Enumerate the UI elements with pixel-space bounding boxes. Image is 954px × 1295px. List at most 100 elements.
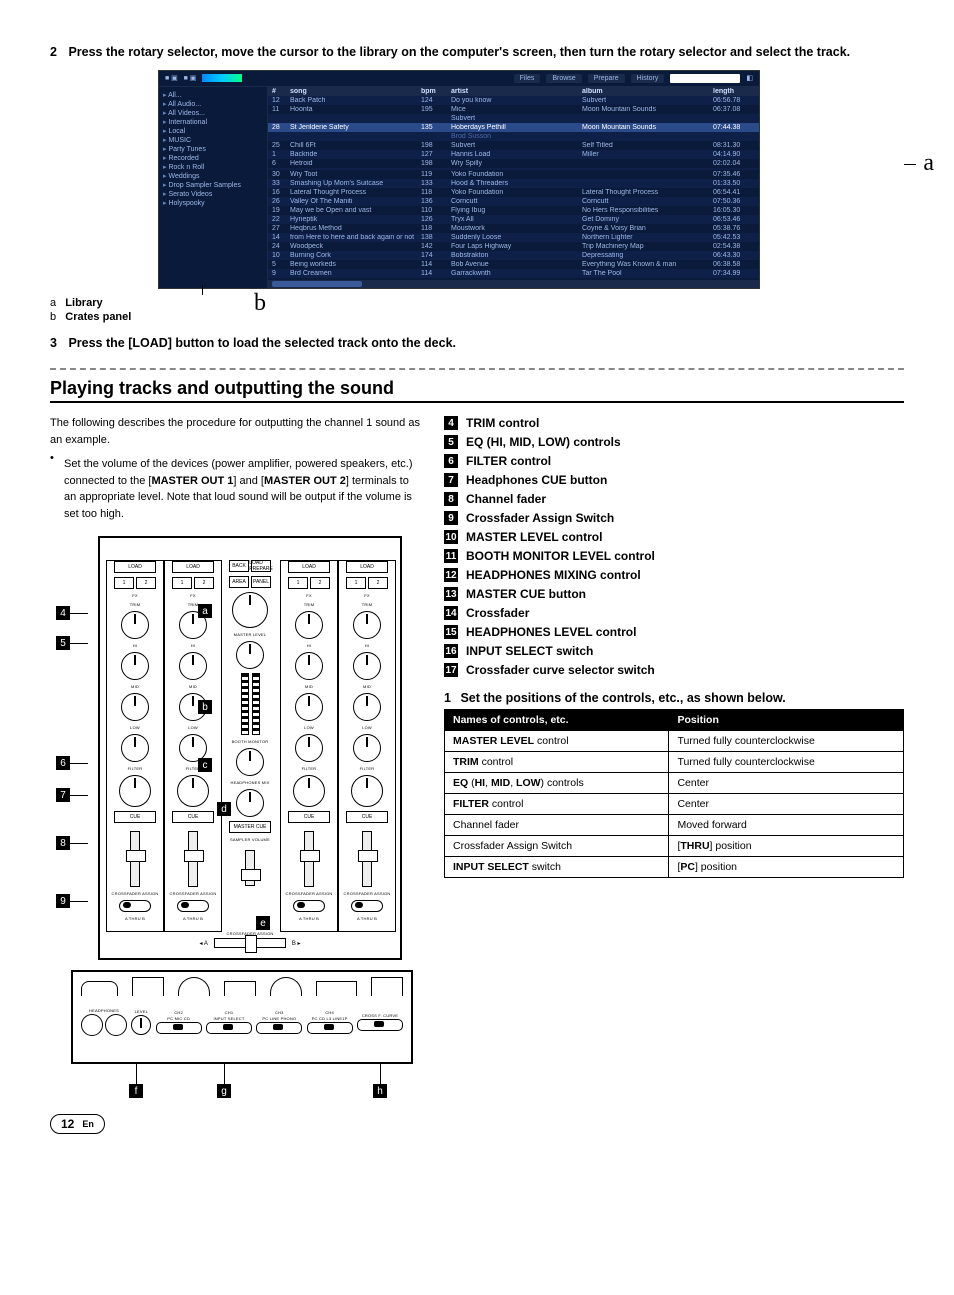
two-column-layout: The following describes the procedure fo… [50, 411, 904, 1074]
input-select-ch1 [206, 1022, 252, 1034]
legend-text: HEADPHONES MIXING control [466, 568, 641, 582]
master-level-knob [236, 641, 264, 669]
crate-item: Weddings [163, 172, 263, 180]
library-row: 24Woodpeck142Four Laps HighwayTrip Machi… [268, 242, 759, 251]
cue-button: CUE [288, 811, 330, 823]
channel-4: LOAD 12 FX TRIM HI MID LOW FILTER CUE CR… [338, 560, 396, 932]
scrollbar [268, 280, 759, 288]
library-row: 12Back Patch124Do you knowSubvert06:56.7… [268, 96, 759, 105]
legend-number: 12 [444, 568, 458, 582]
table-row: EQ (HI, MID, LOW) controlsCenter [445, 773, 904, 794]
table-row: TRIM controlTurned fully counterclockwis… [445, 752, 904, 773]
center-strip: BACKLOAD PREPARE AREAPANEL MASTER LEVEL … [222, 560, 278, 930]
mid-knob [121, 693, 149, 721]
crate-item: All Videos... [163, 109, 263, 117]
crates-panel: All...All Audio...All Videos...Internati… [159, 87, 268, 288]
headphones-mix-knob [236, 789, 264, 817]
legend-number: 10 [444, 530, 458, 544]
channel-fader [188, 831, 198, 887]
ab-legend: a Library b Crates panel [50, 297, 904, 323]
table-row: Channel faderMoved forward [445, 815, 904, 836]
library-row: 6Hetroid198Wry Spilly02:02.04 [268, 159, 759, 168]
legend-number: 15 [444, 625, 458, 639]
legend-text: MASTER CUE button [466, 587, 586, 601]
legend-text: HEADPHONES LEVEL control [466, 625, 636, 639]
tab-history: History [631, 74, 665, 83]
crossfader [214, 938, 286, 948]
label-a: a [923, 150, 934, 177]
library-screenshot: ■ ▣ ■ ▣ Files Browse Prepare History ◧ A… [158, 70, 760, 289]
right-column: 4TRIM control5EQ (HI, MID, LOW) controls… [444, 411, 904, 1074]
crate-item: Rock n Roll [163, 163, 263, 171]
callout-9: 9 [56, 894, 70, 908]
legend-number: 5 [444, 435, 458, 449]
crate-item: Recorded [163, 154, 263, 162]
search-field [670, 74, 740, 83]
legend-text: EQ (HI, MID, LOW) controls [466, 435, 621, 449]
library-row: 14from Here to here and back again or no… [268, 233, 759, 242]
input-select-ch2 [156, 1022, 202, 1034]
screenshot-body: All...All Audio...All Videos...Internati… [159, 87, 759, 288]
table-row: INPUT SELECT switch[PC] position [445, 857, 904, 878]
master-cue-button: MASTER CUE [229, 821, 271, 833]
callout-15: f [129, 1084, 143, 1098]
tab-prepare: Prepare [588, 74, 625, 83]
front-panel-diagram: HEADPHONES LEVEL CH2 PC MIC CD CH1 [71, 970, 413, 1064]
channel-2: LOAD 12 FX TRIM HI MID LOW FILTER CUE CR… [164, 560, 222, 932]
legend-number: 11 [444, 549, 458, 563]
table-row: MASTER LEVEL controlTurned fully counter… [445, 731, 904, 752]
legend-text: BOOTH MONITOR LEVEL control [466, 549, 655, 563]
legend-item: 9Crossfader Assign Switch [444, 511, 904, 525]
booth-monitor-knob [236, 748, 264, 776]
legend-item: 5 EQ (HI, MID, LOW) controls [444, 435, 904, 449]
crate-item: Drop Sampler Samples [163, 181, 263, 189]
legend-text: Crossfader Assign Switch [466, 511, 614, 525]
crate-item: Party Tunes [163, 145, 263, 153]
library-row: 1Backride127Hannis LoadMiller04:14.90 [268, 150, 759, 159]
legend-number: 8 [444, 492, 458, 506]
postable-h2: Position [669, 710, 904, 731]
callout-8: 8 [56, 836, 70, 850]
sampler-volume [245, 850, 255, 886]
legend-text: Channel fader [466, 492, 546, 506]
crate-item: Serato Videos [163, 190, 263, 198]
library-row: 33Smashing Up Mom's Suitcase133Hood & Th… [268, 179, 759, 188]
section-title: Playing tracks and outputting the sound [50, 378, 904, 403]
legend-item: 14Crossfader [444, 606, 904, 620]
legend-number: 7 [444, 473, 458, 487]
legend-text: TRIM control [466, 416, 539, 430]
control-legend: 4TRIM control5EQ (HI, MID, LOW) controls… [444, 416, 904, 677]
legend-number: 14 [444, 606, 458, 620]
legend-number: 16 [444, 644, 458, 658]
legend-item: 12 HEADPHONES MIXING control [444, 568, 904, 582]
step-2-num: 2 [50, 45, 57, 59]
callout-4: 4 [56, 606, 70, 620]
mixer-diagram: LOAD 12 FX TRIM HI MID LOW FILTER CUE CR… [98, 536, 402, 960]
hi-knob [121, 652, 149, 680]
legend-item: 6FILTER control [444, 454, 904, 468]
library-row: 30Wry Toot119Yoko Foundation07:35.46 [268, 170, 759, 179]
legend-text: FILTER control [466, 454, 551, 468]
callout-6: 6 [56, 756, 70, 770]
positions-table: Names of controls, etc. Position MASTER … [444, 709, 904, 878]
library-row: 22Hyneptik126Tryx AllGet Dominy06:53.46 [268, 215, 759, 224]
legend-text: MASTER LEVEL control [466, 530, 602, 544]
hi-knob [353, 652, 381, 680]
tab-browse: Browse [546, 74, 581, 83]
crate-item: Holyspooky [163, 199, 263, 207]
step-2-text: Press the rotary selector, move the curs… [68, 45, 850, 59]
mid-knob [353, 693, 381, 721]
low-knob [295, 734, 323, 762]
callout-16: g [217, 1084, 231, 1098]
low-knob [353, 734, 381, 762]
crate-item: Local [163, 127, 263, 135]
crate-item: MUSIC [163, 136, 263, 144]
headphones-level-knob [131, 1015, 151, 1035]
library-row: 11Hoonta195MiceMoon Mountain Sounds06:37… [268, 105, 759, 114]
library-row: 9Brd Creamen114GarrackwnthTar The Pool07… [268, 269, 759, 278]
library-screenshot-wrap: ■ ▣ ■ ▣ Files Browse Prepare History ◧ A… [158, 70, 904, 289]
callout-13: d [217, 802, 231, 816]
crossfader-assign [119, 900, 151, 912]
dashed-separator [50, 368, 904, 370]
input-select-ch4 [307, 1022, 353, 1034]
